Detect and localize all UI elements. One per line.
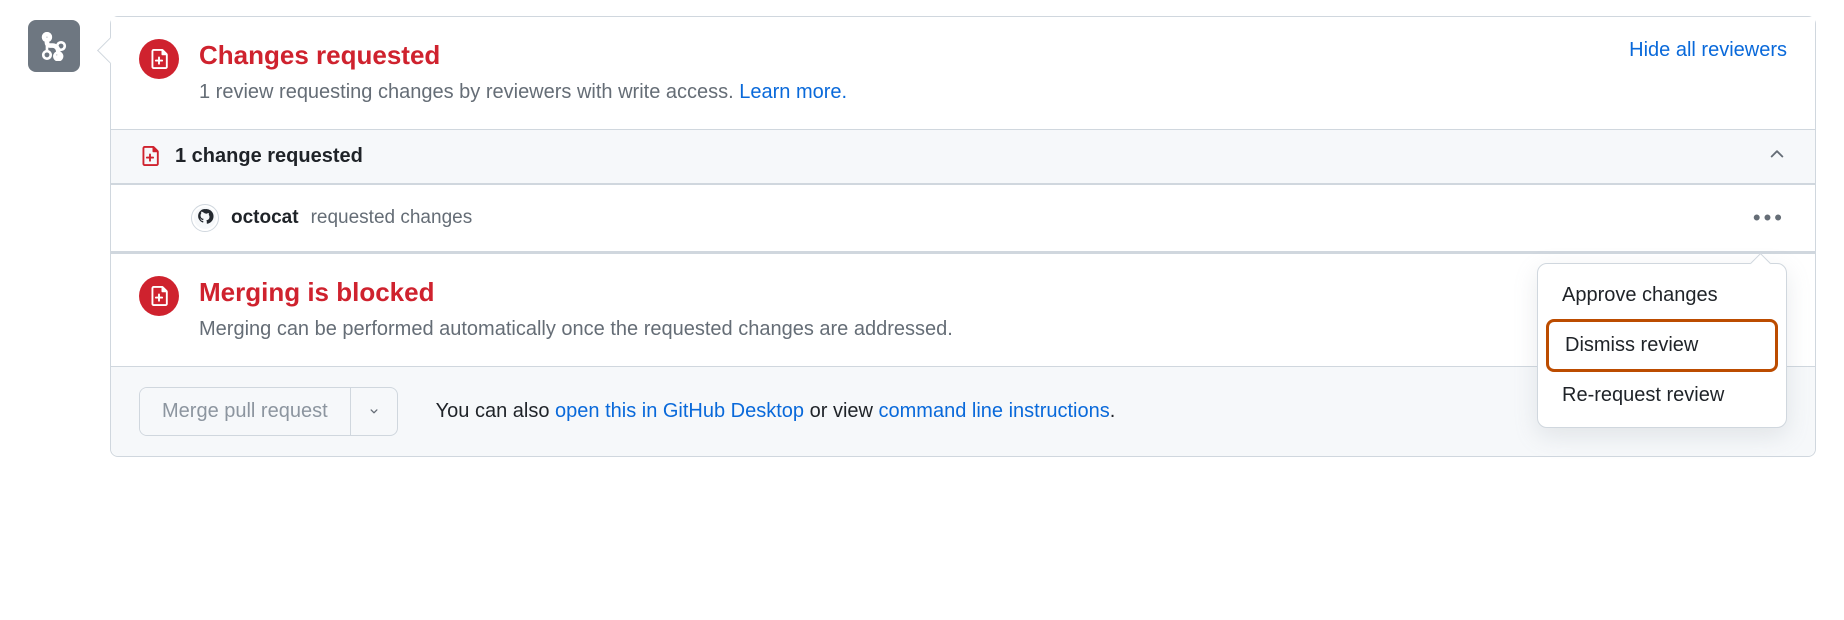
chevron-up-icon[interactable]	[1767, 144, 1787, 169]
command-line-link[interactable]: command line instructions	[879, 400, 1110, 422]
file-diff-icon	[139, 39, 179, 79]
section-change-summary[interactable]: 1 change requested	[111, 129, 1815, 184]
hide-reviewers-link[interactable]: Hide all reviewers	[1629, 39, 1787, 62]
changes-requested-desc: 1 review requesting changes by reviewers…	[199, 77, 1609, 107]
git-merge-icon	[28, 20, 80, 72]
review-actions-dropdown: Approve changes Dismiss review Re-reques…	[1537, 263, 1787, 428]
merge-dropdown-caret[interactable]	[350, 388, 397, 435]
desc-text: 1 review requesting changes by reviewers…	[199, 81, 739, 103]
reviewer-username[interactable]: octocat	[231, 207, 299, 229]
file-diff-icon	[139, 145, 161, 167]
avatar[interactable]	[191, 204, 219, 232]
footer-mid: or view	[804, 400, 878, 422]
change-count-label: 1 change requested	[175, 145, 363, 168]
footer-suffix: .	[1110, 400, 1116, 422]
re-request-review-item[interactable]: Re-request review	[1546, 372, 1778, 419]
merge-panel: Changes requested 1 review requesting ch…	[110, 16, 1816, 457]
reviewer-row: octocat requested changes •••	[111, 184, 1815, 253]
reviewer-action-text: requested changes	[311, 207, 473, 229]
learn-more-link[interactable]: Learn more.	[739, 81, 847, 103]
approve-changes-item[interactable]: Approve changes	[1546, 272, 1778, 319]
changes-requested-title: Changes requested	[199, 39, 1609, 73]
dismiss-review-item[interactable]: Dismiss review	[1546, 319, 1778, 372]
merge-button-group: Merge pull request	[139, 387, 398, 436]
open-github-desktop-link[interactable]: open this in GitHub Desktop	[555, 400, 804, 422]
footer-prefix: You can also	[436, 400, 555, 422]
file-diff-icon	[139, 276, 179, 316]
kebab-icon[interactable]: •••	[1751, 201, 1787, 235]
footer-text: You can also open this in GitHub Desktop…	[436, 400, 1116, 423]
section-changes-requested: Changes requested 1 review requesting ch…	[111, 17, 1815, 129]
merge-pull-request-button[interactable]: Merge pull request	[140, 388, 350, 435]
